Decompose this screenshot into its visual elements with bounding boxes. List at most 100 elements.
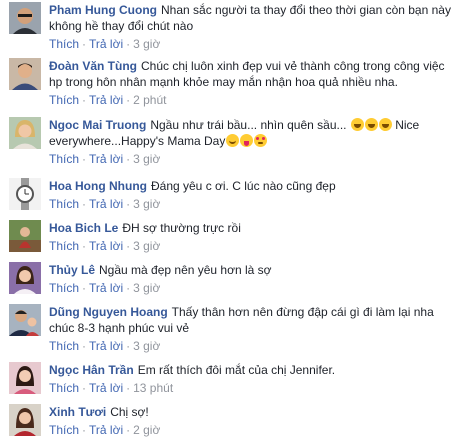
separator: · — [126, 239, 131, 253]
avatar[interactable] — [9, 304, 41, 336]
comment-actions: Thích · Trả lời · 2 phút — [49, 93, 457, 107]
avatar[interactable] — [9, 220, 41, 252]
separator: · — [82, 37, 87, 51]
comment-author[interactable]: Đoàn Văn Tùng — [49, 59, 137, 73]
reply-link[interactable]: Trả lời — [89, 281, 123, 295]
avatar-man-portrait-icon — [9, 58, 41, 90]
avatar[interactable] — [9, 2, 41, 34]
smiling-emoji-icon — [226, 134, 240, 147]
comment-actions: Thích · Trả lời · 2 giờ — [49, 423, 457, 437]
comment-author[interactable]: Ngọc Hân Trần — [49, 363, 134, 377]
comment-content: Pham Hung Cuong Nhan sắc người ta thay đổ… — [49, 2, 457, 51]
separator: · — [82, 152, 87, 166]
comment-content: Ngọc Hân Trần Em rất thích đôi mắt của ch… — [49, 362, 457, 395]
avatar[interactable] — [9, 117, 41, 149]
comment-content: Hoa Hong Nhung Đáng yêu c ơi. C lúc nào c… — [49, 178, 457, 211]
comment-author[interactable]: Dũng Nguyen Hoang — [49, 305, 168, 319]
avatar-woman-pink-icon — [9, 362, 41, 394]
like-link[interactable]: Thích — [49, 152, 79, 166]
comment-time[interactable]: 3 giờ — [133, 152, 160, 166]
separator: · — [126, 423, 131, 437]
avatar-woman-blonde-icon — [9, 117, 41, 149]
comment-actions: Thích · Trả lời · 3 giờ — [49, 152, 457, 166]
like-link[interactable]: Thích — [49, 37, 79, 51]
comment-time[interactable]: 2 phút — [133, 93, 166, 107]
reply-link[interactable]: Trả lời — [89, 239, 123, 253]
comment-time[interactable]: 3 giờ — [133, 239, 160, 253]
reply-link[interactable]: Trả lời — [89, 423, 123, 437]
comment-body: Ngọc Hân Trần Em rất thích đôi mắt của ch… — [49, 362, 457, 378]
avatar-woman-outdoor-icon — [9, 220, 41, 252]
avatar[interactable] — [9, 58, 41, 90]
comment-text: Đáng yêu c ơi. C lúc nào cũng đẹp — [150, 179, 336, 193]
comment-body: Thủy Lê Ngầu mà đẹp nên yêu hơn là sợ — [49, 262, 457, 278]
comment-time[interactable]: 3 giờ — [133, 37, 160, 51]
comment-actions: Thích · Trả lời · 3 giờ — [49, 37, 457, 51]
comment-text: Ngầu mà đẹp nên yêu hơn là sợ — [99, 263, 272, 277]
reply-link[interactable]: Trả lời — [89, 381, 123, 395]
comment-body: Xinh Tươi Chị sợ! — [49, 404, 457, 420]
like-link[interactable]: Thích — [49, 339, 79, 353]
tongue-emoji-icon — [240, 134, 254, 147]
separator: · — [126, 93, 131, 107]
avatar-woman-purple-icon — [9, 262, 41, 294]
like-link[interactable]: Thích — [49, 381, 79, 395]
comment-content: Thủy Lê Ngầu mà đẹp nên yêu hơn là sợ Thí… — [49, 262, 457, 295]
comment-body: Hoa Hong Nhung Đáng yêu c ơi. C lúc nào c… — [49, 178, 457, 194]
comment-body: Dũng Nguyen Hoang Thấy thân hơn nên đừng … — [49, 304, 457, 336]
comment-time[interactable]: 3 giờ — [133, 339, 160, 353]
comment-actions: Thích · Trả lời · 3 giờ — [49, 239, 457, 253]
comment-author[interactable]: Xinh Tươi — [49, 405, 106, 419]
separator: · — [126, 197, 131, 211]
comment-body: Pham Hung Cuong Nhan sắc người ta thay đổ… — [49, 2, 457, 34]
comment-author[interactable]: Pham Hung Cuong — [49, 3, 157, 17]
comment-author[interactable]: Hoa Bich Le — [49, 221, 118, 235]
comment-actions: Thích · Trả lời · 13 phút — [49, 381, 457, 395]
avatar[interactable] — [9, 404, 41, 436]
reply-link[interactable]: Trả lời — [89, 152, 123, 166]
comment-body: Hoa Bich Le ĐH sợ thường trực rồi — [49, 220, 457, 236]
comment-time[interactable]: 13 phút — [133, 381, 173, 395]
like-link[interactable]: Thích — [49, 239, 79, 253]
comment-content: Đoàn Văn Tùng Chúc chị luôn xinh đẹp vui … — [49, 58, 457, 107]
grinning-emoji-icon — [378, 118, 392, 131]
comment-text: Em rất thích đôi mắt của chị Jennifer. — [137, 363, 336, 377]
separator: · — [82, 197, 87, 211]
comment-time[interactable]: 2 giờ — [133, 423, 160, 437]
reply-link[interactable]: Trả lời — [89, 93, 123, 107]
separator: · — [126, 381, 131, 395]
avatar-woman-red-icon — [9, 404, 41, 436]
comment-time[interactable]: 3 giờ — [133, 281, 160, 295]
comment-author[interactable]: Ngoc Mai Truong — [49, 118, 146, 132]
separator: · — [82, 381, 87, 395]
like-link[interactable]: Thích — [49, 197, 79, 211]
separator: · — [126, 339, 131, 353]
like-link[interactable]: Thích — [49, 93, 79, 107]
reply-link[interactable]: Trả lời — [89, 339, 123, 353]
comment-body: Ngoc Mai Truong Ngầu như trái bầu... nhìn… — [49, 117, 457, 149]
comment-text: Chị sợ! — [110, 405, 149, 419]
comment-actions: Thích · Trả lời · 3 giờ — [49, 197, 457, 211]
like-link[interactable]: Thích — [49, 423, 79, 437]
avatar[interactable] — [9, 362, 41, 394]
comment-time[interactable]: 3 giờ — [133, 197, 160, 211]
separator: · — [82, 339, 87, 353]
comment-author[interactable]: Thủy Lê — [49, 263, 95, 277]
comment-body: Đoàn Văn Tùng Chúc chị luôn xinh đẹp vui … — [49, 58, 457, 90]
separator: · — [82, 423, 87, 437]
avatar[interactable] — [9, 178, 41, 210]
grinning-emoji-icon — [364, 118, 378, 131]
comment-actions: Thích · Trả lời · 3 giờ — [49, 281, 457, 295]
separator: · — [126, 37, 131, 51]
reply-link[interactable]: Trả lời — [89, 197, 123, 211]
comment-author[interactable]: Hoa Hong Nhung — [49, 179, 147, 193]
grinning-emoji-icon — [350, 118, 364, 131]
like-link[interactable]: Thích — [49, 281, 79, 295]
separator: · — [82, 239, 87, 253]
reply-link[interactable]: Trả lời — [89, 37, 123, 51]
comment-text: ĐH sợ thường trực rồi — [122, 221, 241, 235]
avatar-man-with-child-icon — [9, 304, 41, 336]
separator: · — [82, 93, 87, 107]
avatar[interactable] — [9, 262, 41, 294]
avatar-wristwatch-icon — [9, 178, 41, 210]
